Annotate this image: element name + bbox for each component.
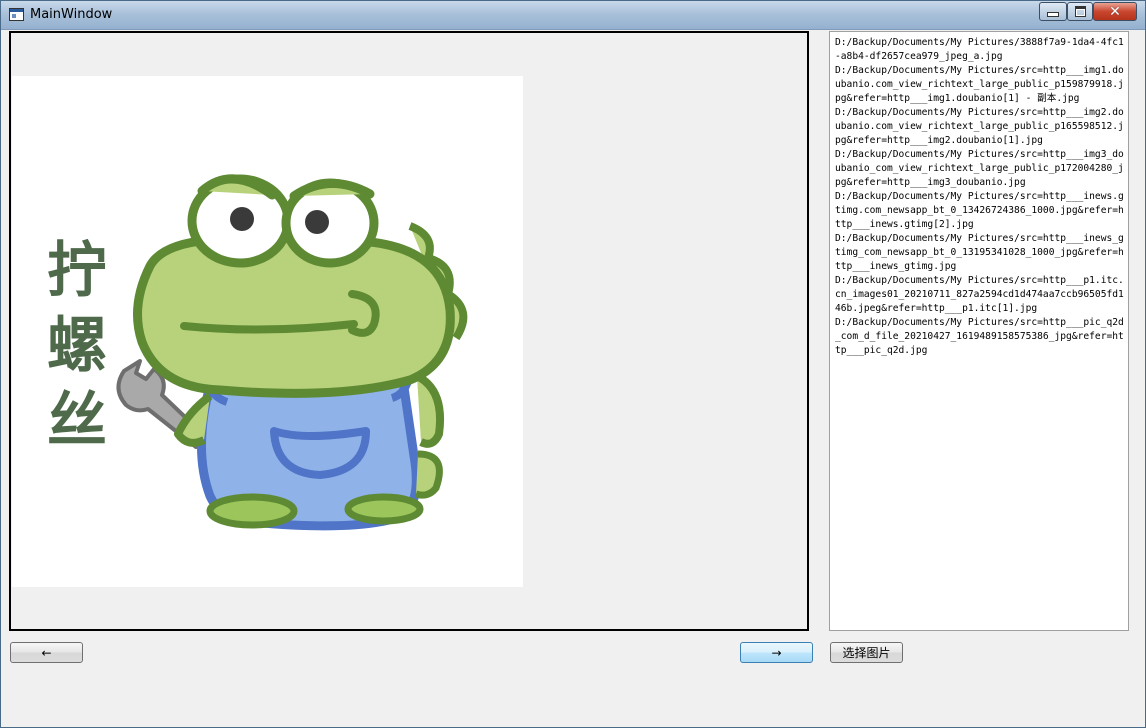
sticker-char-3: 丝 — [47, 386, 107, 456]
displayed-image: 拧 螺 丝 — [12, 76, 523, 587]
previous-image-button[interactable]: ← — [10, 642, 83, 663]
app-window-icon — [9, 8, 24, 21]
file-list-item[interactable]: D:/Backup/Documents/My Pictures/src=http… — [835, 190, 1124, 232]
file-list-item[interactable]: D:/Backup/Documents/My Pictures/src=http… — [835, 106, 1124, 148]
minimize-button[interactable] — [1039, 2, 1067, 21]
file-list-item[interactable]: D:/Backup/Documents/My Pictures/src=http… — [835, 316, 1124, 358]
main-window: MainWindow ✕ 拧 螺 丝 D:/Backup/Documents/M… — [0, 0, 1146, 728]
maximize-icon — [1074, 6, 1086, 17]
title-bar[interactable]: MainWindow ✕ — [1, 1, 1145, 30]
next-image-button[interactable]: → — [740, 642, 813, 663]
file-path-list[interactable]: D:/Backup/Documents/My Pictures/3888f7a9… — [829, 31, 1129, 631]
close-button[interactable]: ✕ — [1093, 2, 1137, 21]
file-list-item[interactable]: D:/Backup/Documents/My Pictures/src=http… — [835, 64, 1124, 106]
file-list-item[interactable]: D:/Backup/Documents/My Pictures/src=http… — [835, 232, 1124, 274]
file-list-item[interactable]: D:/Backup/Documents/My Pictures/src=http… — [835, 148, 1124, 190]
sticker-char-1: 拧 — [47, 236, 107, 306]
frog-sticker-image: 拧 螺 丝 — [47, 174, 468, 531]
close-icon: ✕ — [1109, 3, 1121, 20]
maximize-button[interactable] — [1067, 2, 1093, 21]
image-view: 拧 螺 丝 — [9, 31, 809, 631]
minimize-icon — [1047, 12, 1059, 17]
sticker-char-2: 螺 — [47, 311, 107, 381]
file-list-item[interactable]: D:/Backup/Documents/My Pictures/src=http… — [835, 274, 1124, 316]
file-list-item[interactable]: D:/Backup/Documents/My Pictures/3888f7a9… — [835, 36, 1124, 64]
window-title: MainWindow — [30, 7, 113, 22]
select-image-button[interactable]: 选择图片 — [830, 642, 903, 663]
